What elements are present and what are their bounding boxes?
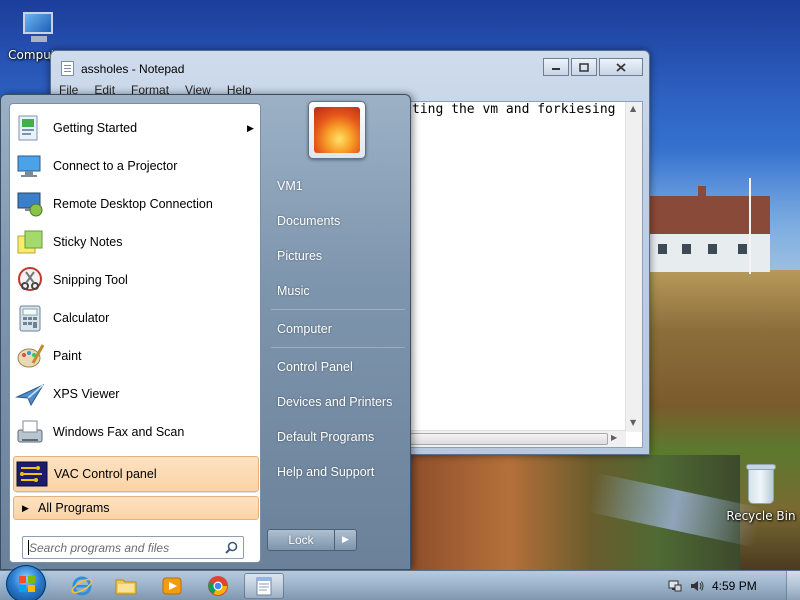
- all-programs-button[interactable]: ▶ All Programs: [13, 496, 259, 520]
- program-label: Sticky Notes: [53, 235, 123, 249]
- program-label: VAC Control panel: [54, 467, 157, 481]
- search-placeholder: Search programs and files: [29, 541, 170, 555]
- start-button[interactable]: [6, 565, 46, 600]
- taskbar-media-player[interactable]: [152, 573, 192, 599]
- media-player-icon: [162, 577, 182, 595]
- notepad-icon[interactable]: [61, 61, 74, 76]
- remote-desktop-icon: [15, 189, 45, 219]
- search-icon[interactable]: [225, 541, 238, 554]
- link-help-support[interactable]: Help and Support: [269, 458, 407, 486]
- program-paint[interactable]: Paint: [13, 338, 259, 374]
- network-icon[interactable]: [668, 579, 682, 593]
- expand-arrow-icon: ▶: [22, 502, 29, 513]
- getting-started-icon: [15, 113, 45, 143]
- taskbar-notepad[interactable]: [244, 573, 284, 599]
- wallpaper-flagpole: [749, 178, 751, 274]
- scroll-down-icon[interactable]: ▼: [630, 418, 636, 427]
- link-vm1[interactable]: VM1: [269, 172, 407, 200]
- fax-scan-icon: [15, 417, 45, 447]
- program-connect-projector[interactable]: Connect to a Projector: [13, 148, 259, 184]
- window-title: assholes - Notepad: [81, 62, 185, 76]
- program-calculator[interactable]: Calculator: [13, 300, 259, 336]
- chevron-right-icon: ▶: [342, 535, 349, 545]
- link-default-programs[interactable]: Default Programs: [269, 423, 407, 451]
- program-snipping-tool[interactable]: Snipping Tool: [13, 262, 259, 298]
- program-label: Connect to a Projector: [53, 159, 178, 173]
- program-remote-desktop[interactable]: Remote Desktop Connection: [13, 186, 259, 222]
- chrome-icon: [208, 576, 228, 596]
- maximize-icon: [579, 62, 589, 72]
- program-vac-control-panel[interactable]: VAC Control panel: [13, 456, 259, 492]
- start-menu-programs-pane: Getting Started ▶ Connect to a Projector…: [9, 103, 261, 563]
- xps-viewer-icon: [15, 379, 45, 409]
- taskbar-chrome[interactable]: [198, 573, 238, 599]
- program-label: Paint: [53, 349, 82, 363]
- search-input[interactable]: Search programs and files: [22, 536, 244, 559]
- notepad-icon: [256, 577, 272, 596]
- program-label: Remote Desktop Connection: [53, 197, 213, 211]
- calculator-icon: [15, 303, 45, 333]
- link-music[interactable]: Music: [269, 277, 407, 305]
- link-computer[interactable]: Computer: [269, 315, 407, 343]
- taskbar-windows-explorer[interactable]: [106, 573, 146, 599]
- program-label: Getting Started: [53, 121, 138, 135]
- minimize-button[interactable]: [543, 58, 569, 76]
- close-icon: [616, 62, 626, 72]
- close-button[interactable]: [599, 58, 643, 76]
- maximize-button[interactable]: [571, 58, 597, 76]
- link-control-panel[interactable]: Control Panel: [269, 353, 407, 381]
- desktop-icon-label: Recycle Bin: [726, 509, 796, 523]
- submenu-arrow-icon: ▶: [247, 122, 254, 133]
- editor-content: ting the vm and forkiesing: [412, 102, 616, 117]
- scroll-right-icon[interactable]: ▶: [611, 433, 617, 442]
- start-menu: Getting Started ▶ Connect to a Projector…: [0, 94, 411, 570]
- divider: [16, 492, 256, 493]
- link-devices-printers[interactable]: Devices and Printers: [269, 388, 407, 416]
- user-avatar[interactable]: [308, 101, 366, 159]
- paint-icon: [15, 341, 45, 371]
- volume-icon[interactable]: [690, 579, 704, 593]
- projector-icon: [15, 151, 45, 181]
- program-fax-scan[interactable]: Windows Fax and Scan: [13, 414, 259, 450]
- divider: [271, 347, 405, 348]
- link-documents[interactable]: Documents: [269, 207, 407, 235]
- recycle-bin-icon: [744, 462, 778, 506]
- taskbar-internet-explorer[interactable]: [62, 573, 102, 599]
- windows-explorer-icon: [115, 579, 137, 595]
- snipping-tool-icon: [15, 265, 45, 295]
- program-label: Windows Fax and Scan: [53, 425, 185, 439]
- program-label: XPS Viewer: [53, 387, 120, 401]
- scroll-up-icon[interactable]: ▲: [630, 104, 636, 113]
- link-pictures[interactable]: Pictures: [269, 242, 407, 270]
- window-controls: [543, 58, 643, 78]
- lock-button[interactable]: Lock: [267, 529, 335, 551]
- program-xps-viewer[interactable]: XPS Viewer: [13, 376, 259, 412]
- program-sticky-notes[interactable]: Sticky Notes: [13, 224, 259, 260]
- shutdown-options-button[interactable]: ▶: [335, 529, 357, 551]
- windows-logo-icon: [19, 576, 35, 592]
- desktop-icon-recycle-bin[interactable]: Recycle Bin: [726, 462, 796, 523]
- show-desktop-button[interactable]: [786, 571, 800, 600]
- program-getting-started[interactable]: Getting Started ▶: [13, 110, 259, 146]
- internet-explorer-icon: [71, 576, 93, 596]
- window-titlebar[interactable]: assholes - Notepad: [51, 51, 649, 83]
- user-picture: [314, 107, 360, 153]
- program-label: Calculator: [53, 311, 110, 325]
- vertical-scrollbar[interactable]: ▲ ▼: [625, 102, 642, 432]
- all-programs-label: All Programs: [38, 501, 110, 515]
- program-label: Snipping Tool: [53, 273, 128, 287]
- sticky-notes-icon: [15, 227, 45, 257]
- vac-control-panel-icon: [16, 459, 48, 489]
- taskbar: 4:59 PM: [0, 565, 800, 600]
- system-clock[interactable]: 4:59 PM: [712, 579, 757, 593]
- minimize-icon: [552, 68, 560, 70]
- computer-icon: [17, 8, 59, 44]
- divider: [271, 309, 405, 310]
